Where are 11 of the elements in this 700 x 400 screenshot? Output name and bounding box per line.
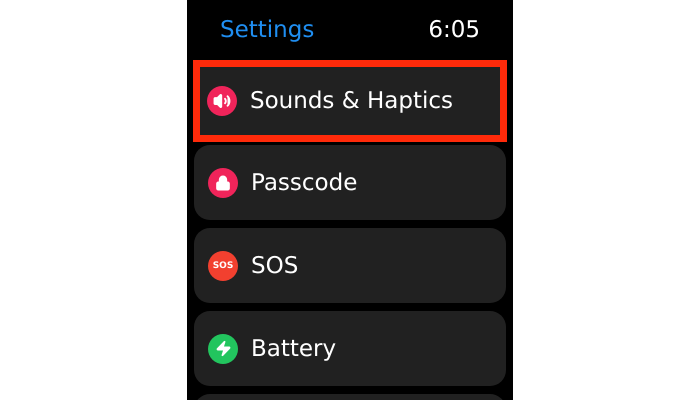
sos-icon: SOS	[208, 250, 238, 280]
row-label: Battery	[251, 336, 336, 362]
row-label: Sounds & Haptics	[250, 88, 453, 114]
row-label: SOS	[251, 252, 298, 278]
highlighted-settings-row[interactable]: Sounds & Haptics	[193, 60, 507, 142]
settings-row[interactable]: SOS SOS	[194, 228, 506, 303]
clock-time: 6:05	[428, 17, 480, 43]
settings-row[interactable]: Passcode	[194, 145, 506, 220]
settings-row[interactable]: Battery	[194, 311, 506, 386]
screen-title: Settings	[220, 17, 314, 43]
row-label: Passcode	[251, 170, 358, 196]
